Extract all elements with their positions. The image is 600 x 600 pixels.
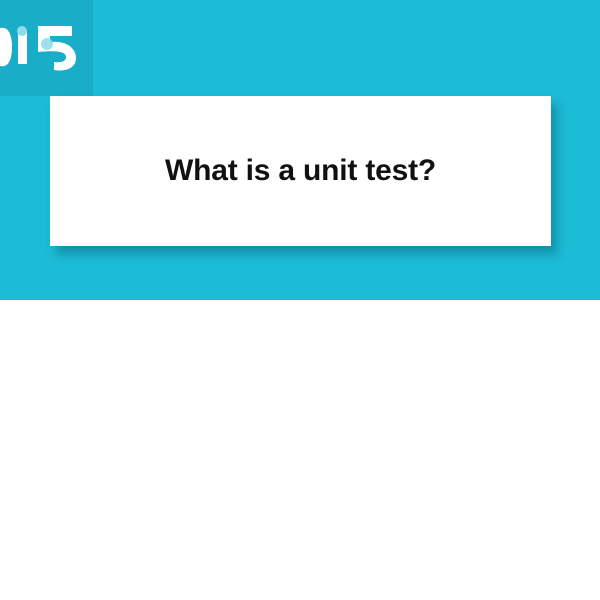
fifteen-logo-icon [0,26,76,71]
question-title: What is a unit test? [164,154,436,187]
logo [0,0,93,96]
question-card: What is a unit test? [50,96,551,246]
page: What is a unit test? [0,0,600,600]
content-area [0,300,600,600]
